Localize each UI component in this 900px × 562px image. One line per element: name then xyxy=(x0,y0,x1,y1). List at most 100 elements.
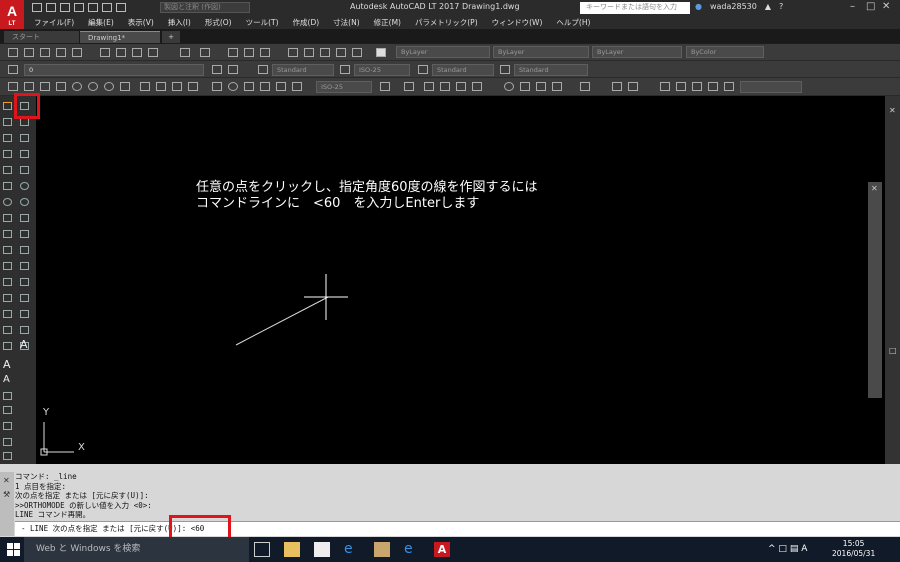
file-explorer-icon[interactable] xyxy=(284,542,300,557)
paste-icon[interactable] xyxy=(132,48,142,57)
view-icon-4[interactable] xyxy=(708,82,718,91)
circle-icon[interactable] xyxy=(20,198,29,206)
extend-icon[interactable] xyxy=(3,262,12,270)
view-icon-1[interactable] xyxy=(660,82,670,91)
cut-icon[interactable] xyxy=(100,48,110,57)
layer-dropdown[interactable]: 0 xyxy=(24,64,204,76)
insert-block-icon[interactable] xyxy=(20,278,29,286)
make-block-icon[interactable] xyxy=(20,294,29,302)
task-view-icon[interactable] xyxy=(254,542,270,557)
arc-2-icon[interactable] xyxy=(20,182,29,190)
tolerance-icon[interactable] xyxy=(212,82,222,91)
linetype-combo[interactable]: ByLayer xyxy=(493,46,589,58)
view-icon-3[interactable] xyxy=(692,82,702,91)
modify-icon-4[interactable] xyxy=(472,82,482,91)
array-icon[interactable] xyxy=(3,166,12,174)
menu-edit[interactable]: 編集(E) xyxy=(88,17,114,28)
construction-line-icon[interactable] xyxy=(20,118,29,126)
brush-icon[interactable] xyxy=(580,82,590,91)
layer-combo[interactable]: ByLayer xyxy=(396,46,490,58)
menu-view[interactable]: 表示(V) xyxy=(128,17,154,28)
ellipse-arc-icon[interactable] xyxy=(20,262,29,270)
tray-up-icon[interactable]: ^ xyxy=(768,544,776,554)
match-properties-icon[interactable] xyxy=(148,48,158,57)
close-icon[interactable]: ✕ xyxy=(889,106,896,115)
aligned-dim-icon[interactable] xyxy=(24,82,34,91)
scale-text-icon[interactable] xyxy=(3,452,12,460)
autocad-taskbar-icon[interactable]: A xyxy=(434,542,450,557)
properties-palette-icon[interactable]: □ xyxy=(889,346,897,355)
command-window-handle[interactable]: ✕ ⚒ xyxy=(0,472,14,536)
chamfer-icon[interactable] xyxy=(3,310,12,318)
save-as-icon[interactable] xyxy=(74,3,84,12)
menu-parametric[interactable]: パラメトリック(P) xyxy=(415,17,478,28)
windows-start-icon[interactable] xyxy=(7,543,20,556)
close-icon[interactable]: ✕ xyxy=(882,1,890,12)
help-icon[interactable] xyxy=(376,48,386,57)
trim-icon[interactable] xyxy=(3,246,12,254)
point-icon[interactable] xyxy=(20,310,29,318)
sheet-set-icon[interactable] xyxy=(336,48,346,57)
exchange-icon[interactable]: ▲ xyxy=(765,2,771,11)
maximize-icon[interactable]: □ xyxy=(866,1,875,12)
inspection-icon[interactable] xyxy=(244,82,254,91)
mirror-icon[interactable] xyxy=(3,134,12,142)
open-icon[interactable] xyxy=(24,48,34,57)
taskbar-search[interactable]: Web と Windows を検索 xyxy=(24,537,249,562)
multileader-style-combo[interactable]: Standard xyxy=(514,64,588,76)
revcloud-icon[interactable] xyxy=(20,214,29,222)
store-icon[interactable] xyxy=(314,542,330,557)
undo-icon[interactable] xyxy=(102,3,112,12)
dim-style-combo[interactable]: ISO-25 xyxy=(354,64,410,76)
space-icon[interactable] xyxy=(188,82,198,91)
continue-icon[interactable] xyxy=(172,82,182,91)
text-style-icon[interactable] xyxy=(258,65,268,74)
text-style-tool-icon[interactable] xyxy=(3,438,12,446)
command-input[interactable]: - LINE 次の点を指定 または [元に戻す(U)]: <60 xyxy=(15,521,900,536)
edge-icon[interactable]: e xyxy=(344,542,360,557)
network-icon[interactable]: □ xyxy=(778,544,787,554)
spell-icon[interactable] xyxy=(3,422,12,430)
new-file-icon[interactable] xyxy=(32,3,42,12)
copy-icon[interactable] xyxy=(116,48,126,57)
pan-icon[interactable] xyxy=(228,48,238,57)
modify-icon-1[interactable] xyxy=(424,82,434,91)
save-icon[interactable] xyxy=(40,48,50,57)
angular-icon[interactable] xyxy=(120,82,130,91)
menu-draw[interactable]: 作成(D) xyxy=(293,17,320,28)
new-icon[interactable] xyxy=(8,48,18,57)
polyline-icon[interactable] xyxy=(3,118,12,126)
modify-icon-3[interactable] xyxy=(456,82,466,91)
view-icon-5[interactable] xyxy=(724,82,734,91)
rotate-icon[interactable] xyxy=(536,82,546,91)
offset-icon[interactable] xyxy=(3,150,12,158)
minimize-icon[interactable]: – xyxy=(850,1,855,12)
tab-start[interactable]: スタート xyxy=(4,31,79,43)
radius-icon[interactable] xyxy=(72,82,82,91)
dim-text-edit-icon[interactable] xyxy=(292,82,302,91)
center-mark-icon[interactable] xyxy=(228,82,238,91)
diameter-icon[interactable] xyxy=(104,82,114,91)
layer-properties-icon[interactable] xyxy=(8,65,18,74)
quick-dim-icon[interactable] xyxy=(140,82,150,91)
help-icon[interactable]: ? xyxy=(779,2,783,11)
delete-icon[interactable] xyxy=(520,82,530,91)
view-icon-2[interactable] xyxy=(676,82,686,91)
menu-help[interactable]: ヘルプ(H) xyxy=(556,17,590,28)
clock[interactable]: 15:05 2016/05/31 xyxy=(832,539,875,559)
undo-icon[interactable] xyxy=(180,48,190,57)
menu-file[interactable]: ファイル(F) xyxy=(34,17,74,28)
color-combo[interactable]: ByColor xyxy=(686,46,764,58)
zoom-window-icon[interactable] xyxy=(260,48,270,57)
text-icon-2[interactable]: A xyxy=(3,374,10,385)
menu-insert[interactable]: 挿入(I) xyxy=(168,17,191,28)
drawing-canvas[interactable]: 任意の点をクリックし、指定角度60度の線を作図するには コマンドラインに <60… xyxy=(36,96,885,464)
workspace-select[interactable]: 製図と注釈 (作図) xyxy=(160,2,250,13)
notification-icon[interactable]: ▤ xyxy=(790,544,799,554)
text-style-combo[interactable]: Standard xyxy=(272,64,334,76)
text-icon[interactable]: A xyxy=(3,358,11,371)
redo-icon[interactable] xyxy=(200,48,210,57)
explode-icon[interactable] xyxy=(3,342,12,350)
save-icon[interactable] xyxy=(60,3,70,12)
close-icon[interactable]: ✕ xyxy=(3,476,10,485)
